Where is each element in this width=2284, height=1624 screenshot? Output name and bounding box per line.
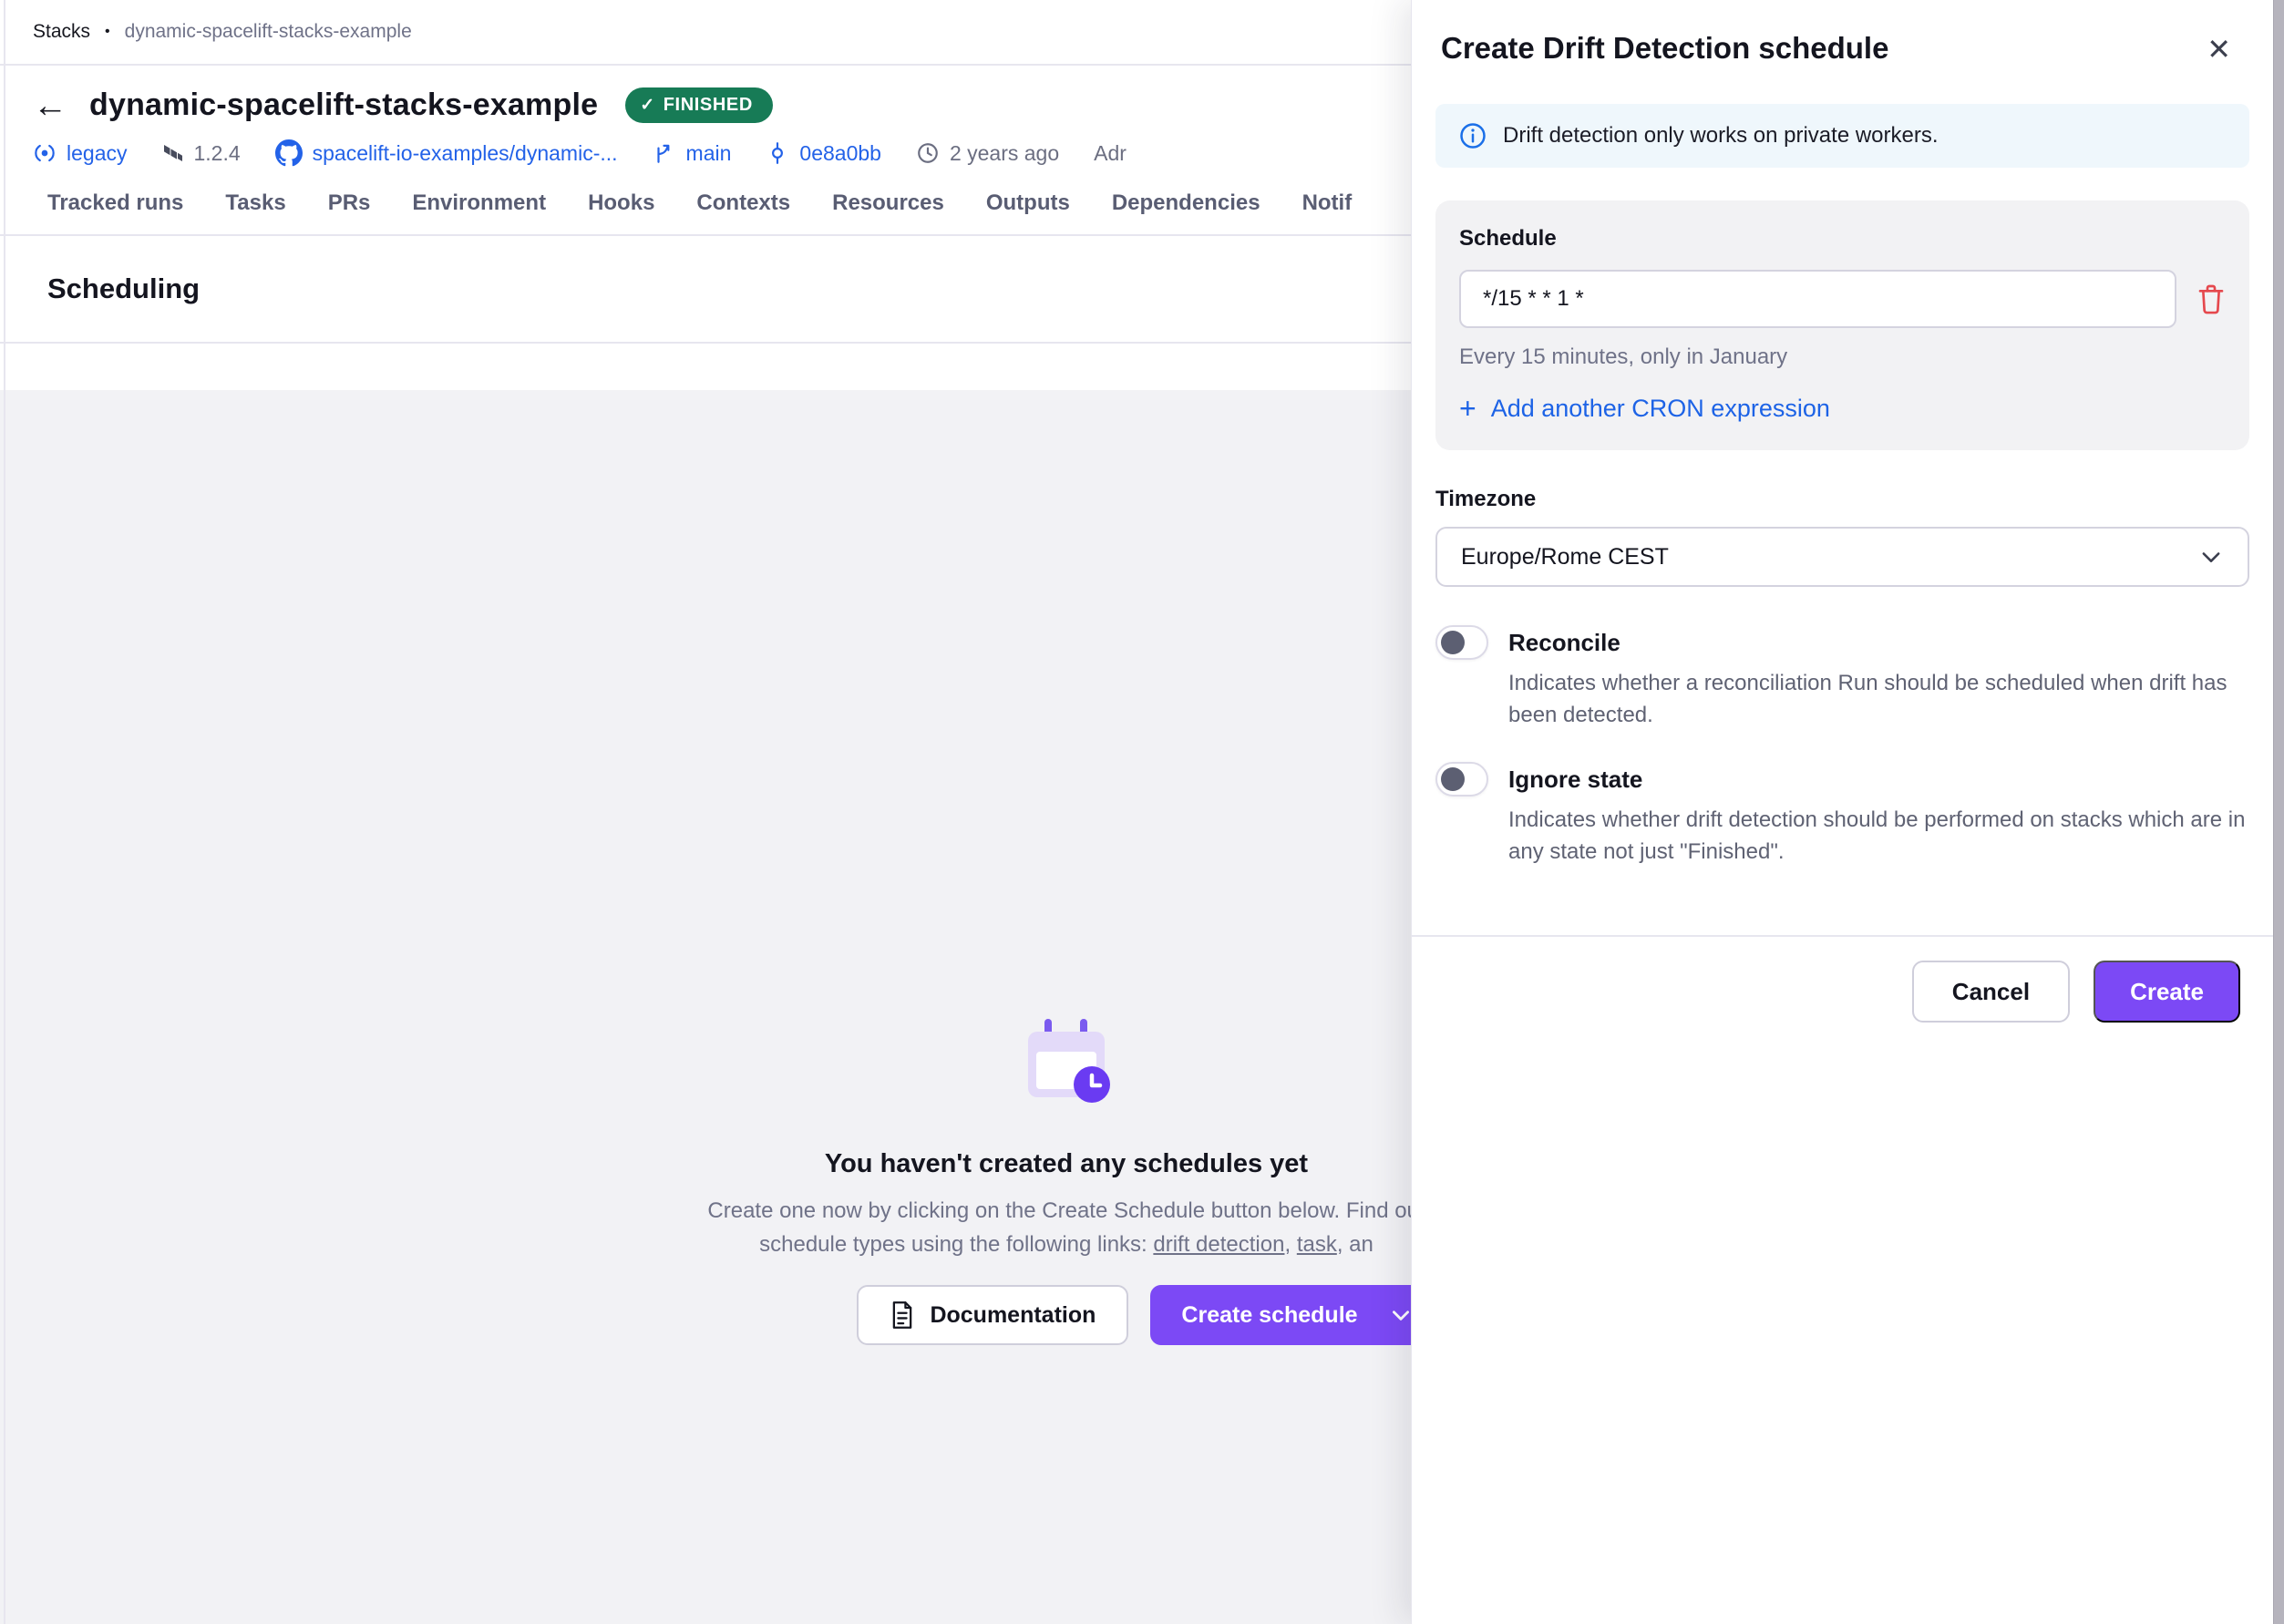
repository-link[interactable]: spacelift-io-examples/dynamic-... [275, 139, 618, 167]
timezone-label: Timezone [1435, 487, 2249, 512]
close-icon[interactable]: ✕ [2203, 31, 2235, 67]
check-icon: ✓ [640, 95, 655, 116]
commit-icon [766, 141, 789, 165]
tab-hooks[interactable]: Hooks [588, 190, 654, 234]
drawer-footer: Cancel Create [1912, 961, 2240, 1023]
tab-tracked-runs[interactable]: Tracked runs [47, 190, 183, 234]
cron-expression-input[interactable] [1459, 270, 2176, 328]
space-link[interactable]: legacy [33, 141, 127, 166]
timezone-field: Timezone Europe/Rome CEST [1435, 487, 2249, 587]
tab-dependencies[interactable]: Dependencies [1112, 190, 1260, 234]
tab-notifications[interactable]: Notif [1302, 190, 1353, 234]
create-button[interactable]: Create [2094, 961, 2240, 1023]
branch-link[interactable]: main [653, 141, 732, 166]
timezone-select[interactable]: Europe/Rome CEST [1435, 527, 2249, 587]
tab-contexts[interactable]: Contexts [696, 190, 790, 234]
meta-truncated-text: Adr [1094, 141, 1127, 166]
ignore-state-row: Ignore state Indicates whether drift det… [1435, 762, 2249, 868]
branch-icon [653, 141, 676, 165]
task-link[interactable]: task [1297, 1232, 1337, 1257]
app-root: Stacks • dynamic-spacelift-stacks-exampl… [0, 0, 2284, 1624]
reconcile-toggle[interactable] [1435, 625, 1488, 660]
toggle-knob [1441, 767, 1465, 791]
commit-link[interactable]: 0e8a0bb [766, 141, 881, 166]
document-icon [890, 1300, 915, 1330]
drawer-title: Create Drift Detection schedule [1441, 31, 1888, 66]
drift-detection-link[interactable]: drift detection [1153, 1232, 1284, 1257]
ignore-state-description: Indicates whether drift detection should… [1508, 804, 2249, 868]
page-title: dynamic-spacelift-stacks-example [89, 87, 598, 123]
plus-icon: + [1459, 394, 1476, 423]
schedule-card: Schedule Every 15 minutes, only in Janua… [1435, 200, 2249, 450]
back-arrow-icon[interactable]: ← [33, 88, 67, 123]
github-icon [275, 139, 303, 167]
status-badge: ✓ FINISHED [625, 87, 773, 123]
cron-row [1459, 270, 2226, 328]
drawer-scrollbar[interactable] [2273, 0, 2284, 1624]
tab-prs[interactable]: PRs [328, 190, 371, 234]
drawer-body: Drift detection only works on private wo… [1412, 104, 2284, 868]
breadcrumb-current: dynamic-spacelift-stacks-example [125, 21, 412, 43]
clock-icon [916, 141, 940, 165]
trash-icon[interactable] [2197, 283, 2226, 315]
tab-environment[interactable]: Environment [412, 190, 546, 234]
tab-outputs[interactable]: Outputs [986, 190, 1070, 234]
schedule-label: Schedule [1459, 226, 2226, 252]
info-banner-text: Drift detection only works on private wo… [1503, 123, 1939, 149]
tool-version: 1.2.4 [161, 141, 240, 166]
info-banner: Drift detection only works on private wo… [1435, 104, 2249, 168]
toggle-knob [1441, 631, 1465, 654]
create-drift-detection-drawer: Create Drift Detection schedule ✕ Drift … [1411, 0, 2284, 1624]
create-schedule-button[interactable]: Create schedule [1150, 1285, 1443, 1345]
ignore-state-toggle[interactable] [1435, 762, 1488, 797]
space-icon [33, 141, 57, 165]
add-cron-expression-link[interactable]: + Add another CRON expression [1459, 394, 1830, 423]
reconcile-row: Reconcile Indicates whether a reconcilia… [1435, 625, 2249, 731]
info-icon [1459, 122, 1487, 149]
line2-suffix: , an [1337, 1232, 1373, 1257]
line2-sep: , [1284, 1232, 1296, 1257]
breadcrumb-stacks-link[interactable]: Stacks [33, 21, 90, 43]
breadcrumb-separator: • [105, 24, 110, 40]
footer-divider [1412, 935, 2273, 937]
chevron-down-icon [2198, 544, 2224, 570]
reconcile-label: Reconcile [1508, 625, 2249, 660]
drawer-header: Create Drift Detection schedule ✕ [1412, 0, 2284, 67]
reconcile-description: Indicates whether a reconciliation Run s… [1508, 667, 2249, 731]
calendar-clock-icon [1023, 1017, 1110, 1109]
last-updated: 2 years ago [916, 141, 1059, 166]
cancel-button[interactable]: Cancel [1912, 961, 2070, 1023]
chevron-down-icon[interactable] [1389, 1303, 1413, 1327]
terraform-version-icon [161, 142, 183, 164]
cron-helper-text: Every 15 minutes, only in January [1459, 344, 2226, 370]
line2-prefix: schedule types using the following links… [759, 1232, 1153, 1257]
section-title: Scheduling [47, 272, 200, 305]
timezone-value: Europe/Rome CEST [1461, 544, 1669, 570]
ignore-state-label: Ignore state [1508, 762, 2249, 797]
tab-resources[interactable]: Resources [832, 190, 944, 234]
documentation-button[interactable]: Documentation [857, 1285, 1128, 1345]
tab-tasks[interactable]: Tasks [225, 190, 285, 234]
